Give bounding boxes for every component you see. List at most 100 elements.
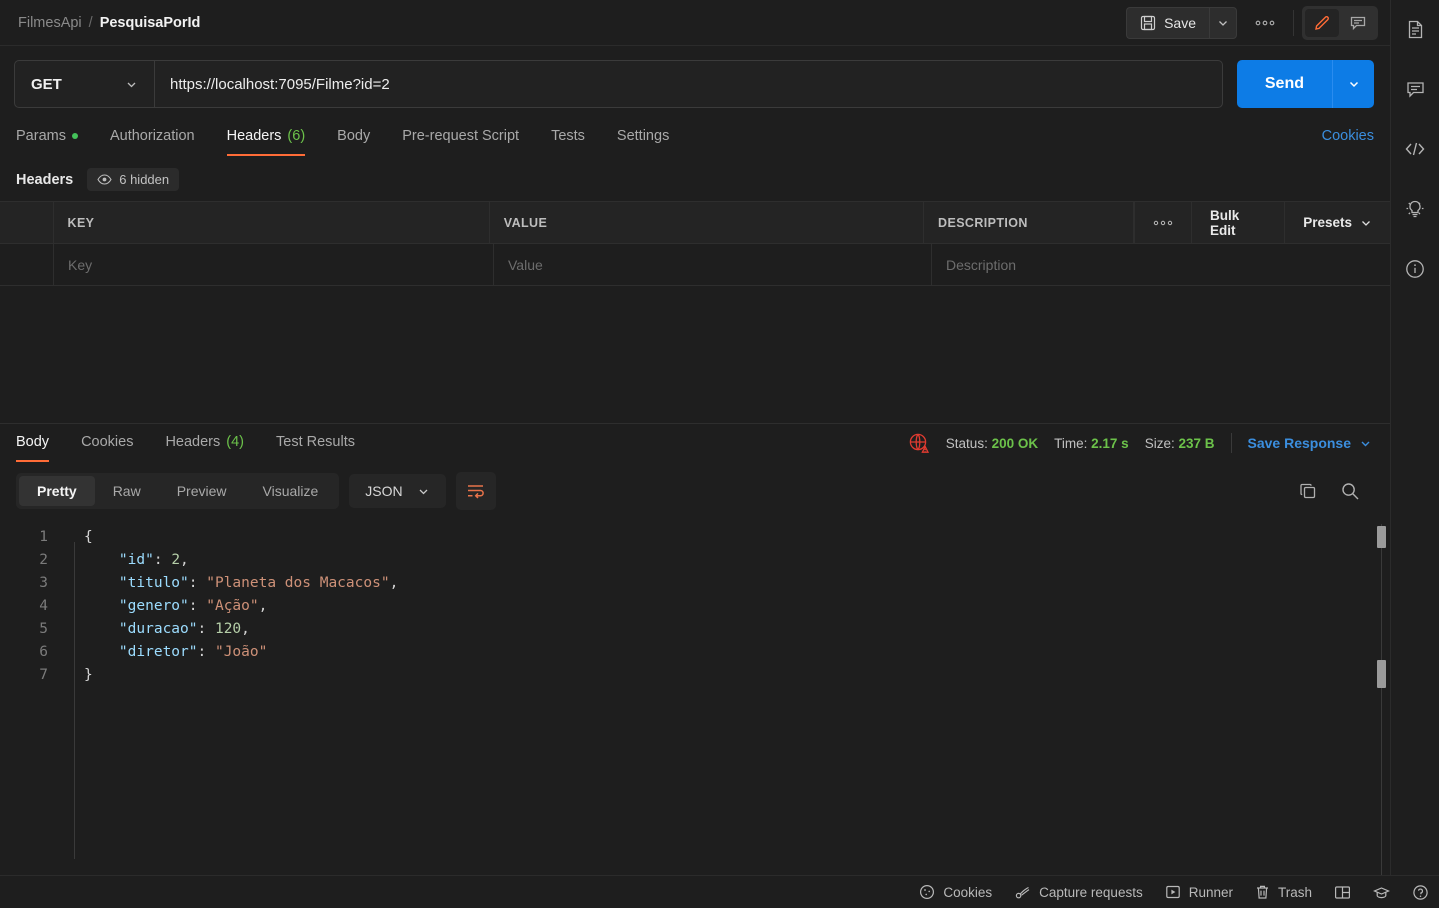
fold-gutter[interactable]: [62, 526, 84, 875]
bulk-edit-button[interactable]: Bulk Edit: [1191, 202, 1284, 243]
code-token: "diretor": [118, 644, 198, 660]
request-more-button[interactable]: [1245, 7, 1285, 39]
response-tab-test-results[interactable]: Test Results: [260, 424, 371, 462]
line-number: 6: [39, 644, 48, 660]
statusbar-cookies-button[interactable]: Cookies: [919, 884, 992, 900]
tab-tests[interactable]: Tests: [535, 118, 601, 156]
comment-icon: [1405, 79, 1426, 100]
presets-button[interactable]: Presets: [1284, 202, 1390, 243]
statusbar-runner-button[interactable]: Runner: [1165, 884, 1233, 900]
row-description-cell[interactable]: Description: [932, 244, 1390, 285]
row-checkbox-cell[interactable]: [0, 244, 54, 285]
tab-authorization[interactable]: Authorization: [94, 118, 211, 156]
url-input[interactable]: https://localhost:7095/Filme?id=2: [155, 61, 1222, 107]
save-group: Save: [1126, 6, 1237, 39]
send-button[interactable]: Send: [1236, 60, 1332, 108]
top-bar-actions: Save: [1126, 0, 1390, 45]
format-visualize[interactable]: Visualize: [245, 476, 337, 506]
http-method-select[interactable]: GET: [15, 61, 155, 107]
response-tab-headers[interactable]: Headers (4): [149, 424, 260, 462]
line-number: 2: [39, 552, 48, 568]
send-group: Send: [1236, 60, 1374, 108]
send-dropdown-button[interactable]: [1332, 60, 1374, 108]
headers-more-button[interactable]: [1134, 202, 1191, 243]
row-description-placeholder: Description: [946, 256, 1017, 273]
size-group: Size: 237 B: [1145, 436, 1215, 451]
save-dropdown-button[interactable]: [1209, 6, 1237, 39]
time-label: Time:: [1054, 435, 1088, 451]
code-lines[interactable]: { "id": 2, "titulo": "Planeta dos Macaco…: [74, 526, 1390, 875]
code-token: ,: [241, 621, 250, 637]
pencil-icon: [1313, 14, 1331, 32]
url-row: GET https://localhost:7095/Filme?id=2 Se…: [0, 46, 1390, 118]
sidebar-documentation-button[interactable]: [1398, 12, 1432, 46]
row-key-cell[interactable]: Key: [54, 244, 494, 285]
response-body-viewer[interactable]: 1 2 3 4 5 6 7 { "id": 2, "titulo": "Planeta do…: [0, 520, 1390, 875]
json-code-block: 1 2 3 4 5 6 7 { "id": 2, "titulo": "Planeta do…: [0, 520, 1390, 875]
copy-icon: [1299, 482, 1318, 501]
statusbar-capture-requests-button[interactable]: Capture requests: [1014, 884, 1143, 900]
save-response-button[interactable]: Save Response: [1248, 435, 1373, 451]
response-language-select[interactable]: JSON: [349, 474, 446, 508]
statusbar-trash-button[interactable]: Trash: [1255, 884, 1312, 900]
statusbar-layout-button[interactable]: [1334, 885, 1351, 900]
format-pretty[interactable]: Pretty: [19, 476, 95, 506]
tab-authorization-label: Authorization: [109, 128, 195, 144]
tab-settings[interactable]: Settings: [601, 118, 685, 156]
sidebar-info-button[interactable]: [1398, 252, 1432, 286]
code-token: {: [84, 529, 93, 545]
hidden-headers-toggle[interactable]: 6 hidden: [87, 168, 180, 191]
statusbar-trash-label: Trash: [1277, 884, 1312, 900]
request-tabs: Params Authorization Headers (6) Body Pr…: [0, 118, 1390, 156]
search-button[interactable]: [1340, 481, 1360, 501]
globe-warning-icon[interactable]: [908, 432, 930, 454]
line-number: 1: [39, 529, 48, 545]
headers-table-header-row: KEY VALUE DESCRIPTION Bulk Edit Presets: [0, 202, 1390, 244]
breadcrumb-request-name[interactable]: PesquisaPorId: [100, 15, 201, 31]
code-token: :: [188, 598, 207, 614]
lightbulb-icon: [1404, 198, 1426, 220]
sidebar-tips-button[interactable]: [1398, 192, 1432, 226]
fold-handle[interactable]: [62, 526, 84, 549]
statusbar-help-button[interactable]: [1412, 884, 1429, 901]
toolbar-divider: [1293, 9, 1294, 36]
response-tab-body[interactable]: Body: [16, 424, 65, 462]
format-raw[interactable]: Raw: [95, 476, 159, 506]
code-token: "id": [118, 552, 154, 568]
row-value-cell[interactable]: Value: [494, 244, 932, 285]
edit-mode-button[interactable]: [1305, 8, 1339, 37]
fold-handle[interactable]: [62, 664, 84, 687]
table-row[interactable]: Key Value Description: [0, 244, 1390, 286]
request-cookies-link[interactable]: Cookies: [1322, 118, 1374, 156]
code-scroll-marker: [1377, 660, 1386, 688]
response-tab-cookies[interactable]: Cookies: [65, 424, 149, 462]
column-key: KEY: [54, 202, 490, 243]
eye-icon: [97, 174, 112, 185]
url-box: GET https://localhost:7095/Filme?id=2: [14, 60, 1223, 108]
sidebar-comments-button[interactable]: [1398, 72, 1432, 106]
chevron-down-icon: [417, 485, 430, 498]
statusbar-learning-center-button[interactable]: [1373, 885, 1390, 900]
select-all-cell[interactable]: [0, 202, 54, 243]
copy-button[interactable]: [1299, 482, 1318, 501]
tab-pre-request-script[interactable]: Pre-request Script: [386, 118, 535, 156]
comment-mode-button[interactable]: [1341, 9, 1375, 37]
code-line: "titulo": "Planeta dos Macacos",: [84, 572, 1390, 595]
tab-tests-label: Tests: [551, 128, 585, 144]
code-scrollbar[interactable]: [1381, 524, 1382, 875]
code-token: ,: [258, 598, 268, 614]
sidebar-code-button[interactable]: [1398, 132, 1432, 166]
floppy-icon: [1140, 15, 1156, 31]
tab-params[interactable]: Params: [16, 118, 94, 156]
tab-headers[interactable]: Headers (6): [211, 118, 322, 156]
breadcrumb-collection[interactable]: FilmesApi: [18, 15, 82, 31]
code-token: ,: [389, 575, 399, 591]
save-button[interactable]: Save: [1126, 6, 1209, 39]
response-tab-body-label: Body: [16, 434, 50, 450]
word-wrap-button[interactable]: [455, 472, 496, 510]
format-preview[interactable]: Preview: [159, 476, 245, 506]
tab-body[interactable]: Body: [321, 118, 386, 156]
line-number: 7: [39, 667, 48, 683]
